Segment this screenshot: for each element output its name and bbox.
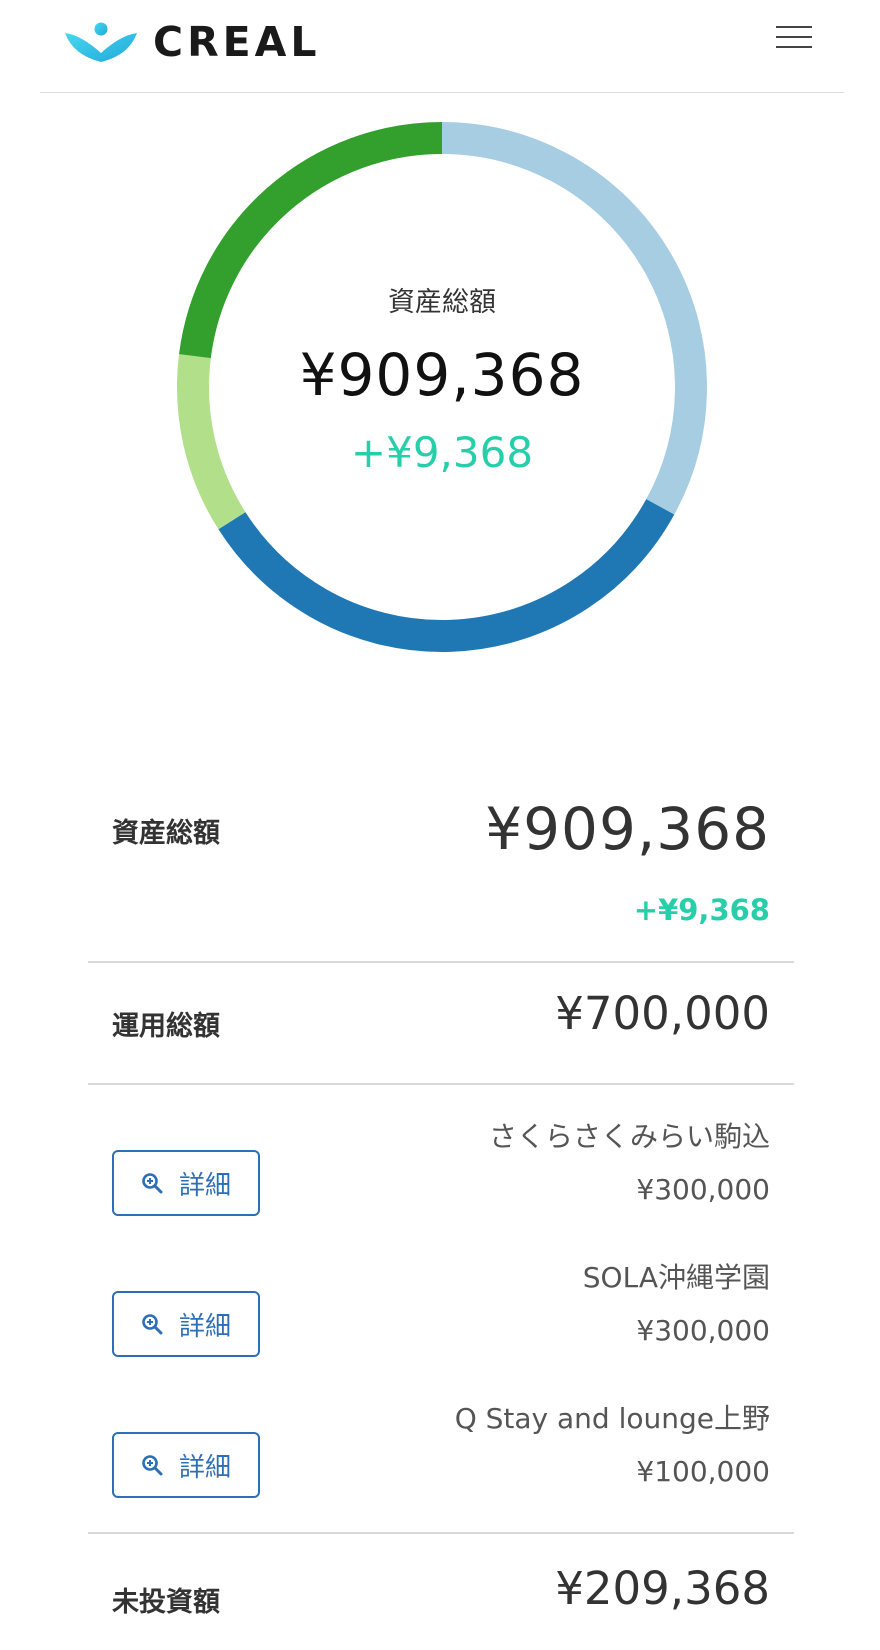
- asset-summary: 資産総額 ¥909,368 +¥9,368 運用総額 ¥700,000 詳細 さ…: [88, 775, 794, 1644]
- detail-button-label: 詳細: [178, 1170, 231, 1201]
- donut-center: 資産総額 ¥909,368 +¥9,368: [160, 105, 724, 669]
- project-name: さくらさくみらい駒込: [488, 1120, 770, 1153]
- project-name: SOLA沖縄学園: [582, 1261, 770, 1294]
- detail-button-label: 詳細: [178, 1311, 231, 1342]
- project-amount: ¥100,000: [636, 1455, 770, 1488]
- hamburger-menu-icon[interactable]: [776, 22, 812, 54]
- donut-center-gain: +¥9,368: [350, 428, 534, 477]
- list-item: 詳細 さくらさくみらい駒込 ¥300,000: [88, 1115, 794, 1235]
- project-amount: ¥300,000: [636, 1314, 770, 1347]
- uninvested-value: ¥209,368: [555, 1562, 770, 1615]
- uninvested-label: 未投資額: [112, 1587, 220, 1618]
- list-item: 詳細 SOLA沖縄学園 ¥300,000: [88, 1256, 794, 1376]
- header: CREAL: [40, 0, 844, 93]
- logo-text: CREAL: [153, 18, 321, 66]
- uninvested-row: 未投資額 ¥209,368: [88, 1534, 794, 1644]
- creal-logo[interactable]: CREAL: [63, 18, 321, 66]
- project-name: Q Stay and lounge上野: [454, 1402, 770, 1435]
- donut-center-label: 資産総額: [388, 287, 496, 318]
- zoom-in-icon: [142, 1455, 163, 1476]
- zoom-in-icon: [142, 1314, 163, 1335]
- total-assets-row: 資産総額 ¥909,368 +¥9,368: [88, 775, 794, 963]
- zoom-in-icon: [142, 1173, 163, 1194]
- invested-total-label: 運用総額: [112, 1011, 220, 1042]
- detail-button[interactable]: 詳細: [112, 1291, 260, 1357]
- asset-donut-chart: 資産総額 ¥909,368 +¥9,368: [160, 105, 724, 669]
- detail-button-label: 詳細: [178, 1452, 231, 1483]
- total-assets-value: ¥909,368: [485, 795, 770, 863]
- project-amount: ¥300,000: [636, 1173, 770, 1206]
- detail-button[interactable]: 詳細: [112, 1150, 260, 1216]
- total-assets-label: 資産総額: [112, 818, 220, 849]
- detail-button[interactable]: 詳細: [112, 1432, 260, 1498]
- list-item: 詳細 Q Stay and lounge上野 ¥100,000: [88, 1397, 794, 1517]
- project-list: 詳細 さくらさくみらい駒込 ¥300,000 詳細 SOLA沖縄学園 ¥300,…: [88, 1085, 794, 1534]
- invested-total-value: ¥700,000: [555, 987, 770, 1040]
- donut-center-total: ¥909,368: [299, 341, 585, 409]
- invested-total-row: 運用総額 ¥700,000: [88, 963, 794, 1085]
- total-assets-gain: +¥9,368: [633, 893, 770, 927]
- creal-logo-icon: [65, 22, 137, 62]
